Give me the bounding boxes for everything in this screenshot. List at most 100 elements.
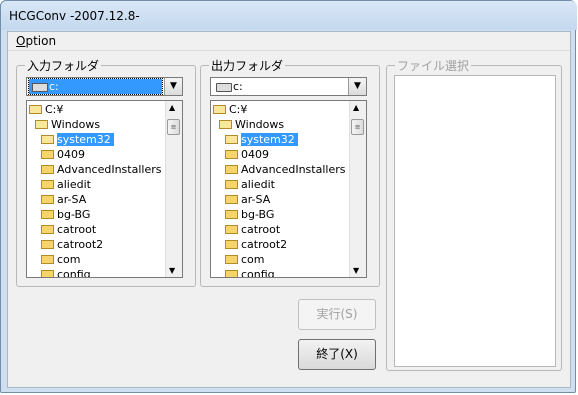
tree-item-label: ar-SA xyxy=(241,193,271,206)
tree-item-label: catroot2 xyxy=(57,238,104,251)
folder-icon xyxy=(225,135,238,144)
tree-item-label: aliedit xyxy=(241,178,275,191)
tree-item-label: system32 xyxy=(241,133,298,146)
menu-option[interactable]: Option xyxy=(16,34,56,48)
tree-item[interactable]: config xyxy=(41,267,91,278)
tree-item-label: config xyxy=(241,268,275,278)
output-drive-value: c: xyxy=(213,79,346,94)
tree-item[interactable]: 0409 xyxy=(41,147,85,162)
tree-item-label: C:¥ xyxy=(45,103,64,116)
input-drive-text: c: xyxy=(49,80,59,93)
tree-item[interactable]: C:¥ xyxy=(29,102,63,117)
app-window: HCGConv -2007.12.8- Option 入力フォルダ c: ▼ C… xyxy=(0,0,577,393)
menu-bar: Option xyxy=(8,32,570,51)
folder-icon xyxy=(41,150,54,159)
tree-item[interactable]: bg-BG xyxy=(41,207,90,222)
input-drive-select[interactable]: c: ▼ xyxy=(26,77,183,96)
menu-option-rest: ption xyxy=(25,34,57,48)
folder-icon xyxy=(225,255,238,264)
tree-item-label: config xyxy=(57,268,91,278)
client-area: Option 入力フォルダ c: ▼ C:¥ Windows system32 040… xyxy=(7,31,571,388)
folder-icon xyxy=(35,120,48,129)
tree-item[interactable]: C:¥ xyxy=(213,102,247,117)
tree-item-label: system32 xyxy=(57,133,114,146)
window-title: HCGConv -2007.12.8- xyxy=(9,9,140,23)
tree-item[interactable]: config xyxy=(225,267,275,278)
output-drive-select[interactable]: c: ▼ xyxy=(210,77,367,96)
tree-item[interactable]: com xyxy=(225,252,265,267)
input-folder-tree[interactable]: C:¥ Windows system32 0409 AdvancedInstallers… xyxy=(26,100,183,278)
tree-item[interactable]: system32 xyxy=(225,132,298,147)
tree-item[interactable]: aliedit xyxy=(41,177,91,192)
title-bar[interactable]: HCGConv -2007.12.8- xyxy=(1,1,577,30)
scroll-down-icon[interactable]: ▼ xyxy=(169,266,175,275)
scroll-up-icon[interactable]: ▲ xyxy=(353,103,359,112)
input-tree-scrollbar[interactable]: ▲ ≡ ▼ xyxy=(165,101,182,277)
tree-item-label: ar-SA xyxy=(57,193,87,206)
tree-item[interactable]: system32 xyxy=(41,132,114,147)
folder-icon xyxy=(29,105,42,114)
folder-icon xyxy=(41,225,54,234)
tree-item-label: 0409 xyxy=(57,148,85,161)
folder-icon xyxy=(41,270,54,277)
folder-icon xyxy=(225,270,238,277)
tree-item-label: catroot xyxy=(57,223,97,236)
scroll-down-icon[interactable]: ▼ xyxy=(353,266,359,275)
tree-item-label: catroot xyxy=(241,223,281,236)
tree-item[interactable]: AdvancedInstallers xyxy=(225,162,345,177)
folder-icon xyxy=(225,150,238,159)
chevron-down-icon[interactable]: ▼ xyxy=(348,78,366,95)
folder-icon xyxy=(225,195,238,204)
chevron-down-icon[interactable]: ▼ xyxy=(164,78,182,95)
drive-icon xyxy=(216,83,232,92)
folder-icon xyxy=(41,195,54,204)
tree-item-label: com xyxy=(57,253,81,266)
folder-icon xyxy=(41,210,54,219)
tree-item-label: bg-BG xyxy=(241,208,275,221)
output-tree-scrollbar[interactable]: ▲ ≡ ▼ xyxy=(349,101,366,277)
tree-item[interactable]: catroot2 xyxy=(41,237,103,252)
tree-item[interactable]: catroot xyxy=(225,222,280,237)
tree-item-label: aliedit xyxy=(57,178,91,191)
tree-item-label: bg-BG xyxy=(57,208,91,221)
drive-icon xyxy=(32,83,48,92)
tree-item[interactable]: catroot xyxy=(41,222,96,237)
folder-icon xyxy=(41,165,54,174)
folder-icon xyxy=(41,135,54,144)
folder-icon xyxy=(225,180,238,189)
input-folder-label: 入力フォルダ xyxy=(25,57,102,74)
tree-item[interactable]: bg-BG xyxy=(225,207,274,222)
output-folder-group: 出力フォルダ c: ▼ C:¥ Windows system32 0409 Advanc… xyxy=(200,57,380,287)
file-select-label: ファイル選択 xyxy=(395,57,472,74)
tree-item[interactable]: 0409 xyxy=(225,147,269,162)
folder-icon xyxy=(225,165,238,174)
file-listbox[interactable] xyxy=(394,75,556,367)
tree-item-label: 0409 xyxy=(241,148,269,161)
tree-item[interactable]: AdvancedInstallers xyxy=(41,162,161,177)
tree-item[interactable]: Windows xyxy=(219,117,284,132)
folder-icon xyxy=(41,255,54,264)
tree-item-label: Windows xyxy=(235,118,285,131)
folder-icon xyxy=(41,180,54,189)
exit-button[interactable]: 終了(X) xyxy=(298,339,376,370)
scroll-thumb[interactable]: ≡ xyxy=(167,119,180,135)
tree-item[interactable]: aliedit xyxy=(225,177,275,192)
tree-item[interactable]: catroot2 xyxy=(225,237,287,252)
folder-icon xyxy=(225,225,238,234)
tree-item-label: AdvancedInstallers xyxy=(241,163,346,176)
tree-item-label: com xyxy=(241,253,265,266)
output-folder-tree[interactable]: C:¥ Windows system32 0409 AdvancedInstallers… xyxy=(210,100,367,278)
input-drive-value: c: xyxy=(28,78,163,95)
scroll-thumb[interactable]: ≡ xyxy=(351,119,364,135)
tree-item[interactable]: com xyxy=(41,252,81,267)
tree-item[interactable]: Windows xyxy=(35,117,100,132)
scroll-up-icon[interactable]: ▲ xyxy=(169,103,175,112)
input-folder-group: 入力フォルダ c: ▼ C:¥ Windows system32 0409 Advanc… xyxy=(16,57,196,287)
output-folder-label: 出力フォルダ xyxy=(209,57,286,74)
tree-item[interactable]: ar-SA xyxy=(225,192,270,207)
tree-item[interactable]: ar-SA xyxy=(41,192,86,207)
tree-item-label: catroot2 xyxy=(241,238,288,251)
output-drive-text: c: xyxy=(233,80,243,93)
execute-button[interactable]: 実行(S) xyxy=(298,299,376,330)
folder-icon xyxy=(213,105,226,114)
